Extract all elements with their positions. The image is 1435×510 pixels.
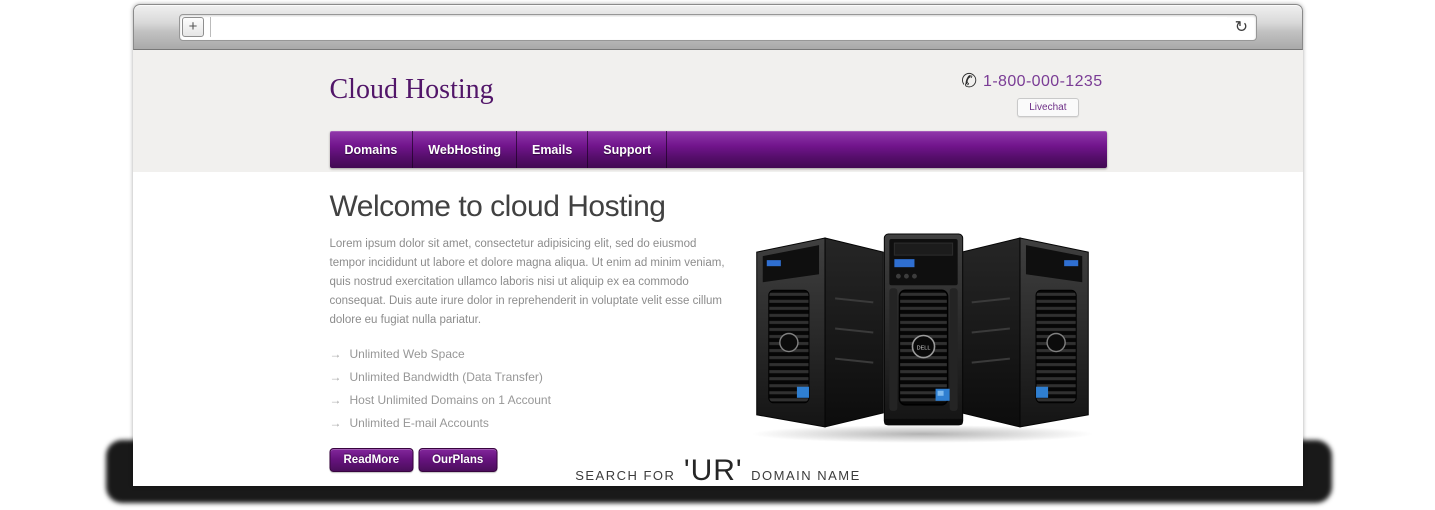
screenshot-stage: + ↻ Cloud Hosting ✆ 1-800-000-1235 Livec… (0, 0, 1435, 510)
nav-item-webhosting[interactable]: WebHosting (413, 131, 517, 168)
address-input[interactable] (210, 17, 1227, 37)
livechat-button[interactable]: Livechat (1017, 98, 1078, 117)
site-header: Cloud Hosting ✆ 1-800-000-1235 Livechat … (133, 50, 1303, 172)
arrow-bullet-icon: → (330, 370, 342, 384)
hero-text-column: Welcome to cloud Hosting Lorem ipsum dol… (330, 172, 750, 472)
intro-paragraph: Lorem ipsum dolor sit amet, consectetur … (330, 235, 730, 330)
page-title: Welcome to cloud Hosting (330, 190, 750, 224)
browser-window: + ↻ Cloud Hosting ✆ 1-800-000-1235 Livec… (133, 4, 1303, 486)
site-logo[interactable]: Cloud Hosting (330, 74, 494, 106)
feature-label: Host Unlimited Domains on 1 Account (350, 393, 551, 407)
feature-label: Unlimited Bandwidth (Data Transfer) (350, 370, 543, 384)
main-nav: Domains WebHosting Emails Support (330, 131, 1107, 168)
browser-chrome: + ↻ (133, 4, 1303, 50)
feature-item: → Unlimited Bandwidth (Data Transfer) (330, 366, 750, 389)
arrow-bullet-icon: → (330, 393, 342, 407)
svg-text:DELL: DELL (917, 346, 931, 352)
new-tab-icon[interactable]: + (182, 17, 204, 37)
hero-section: Welcome to cloud Hosting Lorem ipsum dol… (330, 172, 1107, 454)
nav-item-emails[interactable]: Emails (517, 131, 588, 168)
feature-label: Unlimited Web Space (350, 347, 465, 361)
phone-row: ✆ 1-800-000-1235 (961, 70, 1102, 93)
phone-number: 1-800-000-1235 (983, 73, 1102, 91)
search-banner-prefix: SEARCH FOR (575, 468, 675, 483)
search-banner-suffix: DOMAIN NAME (751, 468, 861, 483)
feature-label: Unlimited E-mail Accounts (350, 416, 489, 430)
domain-search-banner: SEARCH FOR 'UR' DOMAIN NAME (133, 454, 1303, 486)
server-towers-illustration: DELL (747, 228, 1099, 444)
arrow-bullet-icon: → (330, 416, 342, 430)
feature-item: → Unlimited Web Space (330, 343, 750, 366)
servers-image: DELL (747, 228, 1099, 444)
nav-item-support[interactable]: Support (588, 131, 667, 168)
search-banner-highlight: 'UR' (680, 454, 747, 486)
phone-icon: ✆ (961, 70, 977, 93)
feature-item: → Host Unlimited Domains on 1 Account (330, 389, 750, 412)
feature-item: → Unlimited E-mail Accounts (330, 412, 750, 435)
arrow-bullet-icon: → (330, 347, 342, 361)
features-list: → Unlimited Web Space → Unlimited Bandwidt… (330, 343, 750, 435)
webpage: Cloud Hosting ✆ 1-800-000-1235 Livechat … (133, 50, 1303, 486)
nav-item-domains[interactable]: Domains (330, 131, 414, 168)
url-bar[interactable]: + ↻ (179, 14, 1257, 41)
reload-icon[interactable]: ↻ (1227, 17, 1248, 37)
